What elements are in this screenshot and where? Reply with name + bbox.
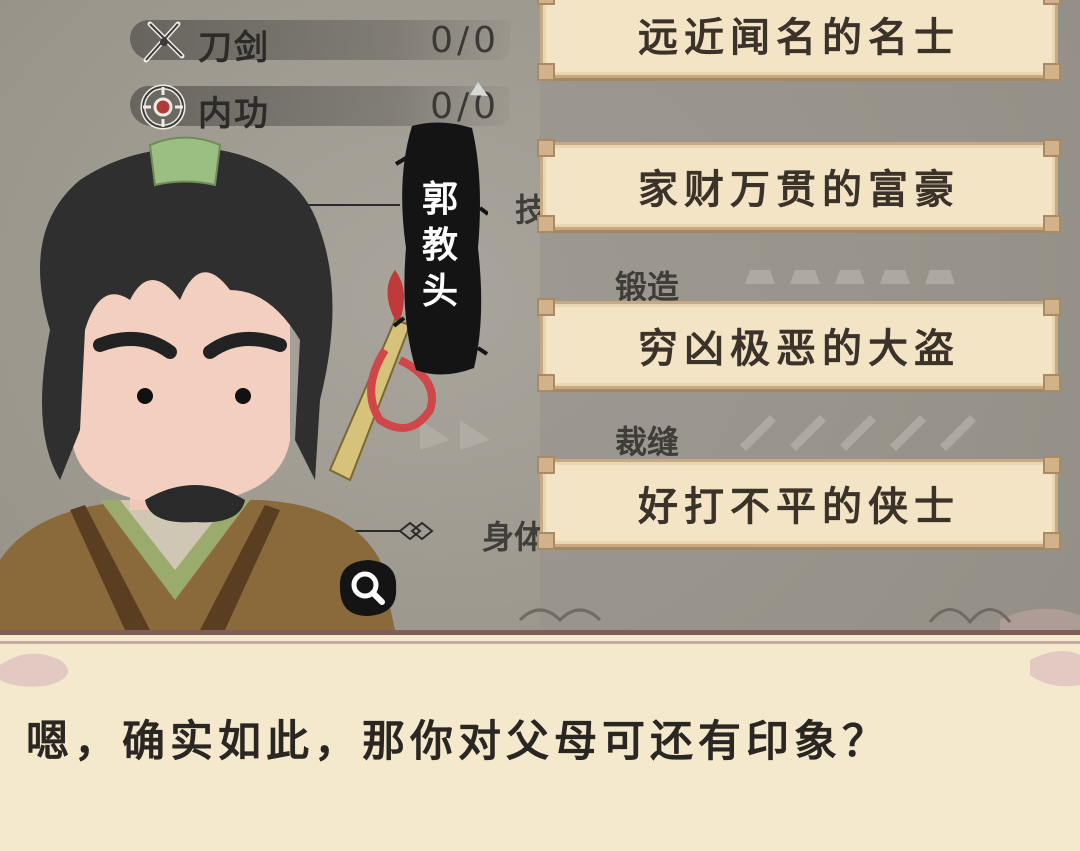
choice-label: 穷凶极恶的大盗: [638, 325, 960, 372]
dialog-box[interactable]: 嗯，确实如此，那你对父母可还有印象？: [0, 630, 1080, 851]
dialog-text: 嗯，确实如此，那你对父母可还有印象？: [26, 717, 890, 767]
cloud-ornament: [0, 651, 1080, 687]
inspect-button[interactable]: [334, 556, 402, 620]
tailoring-label: 裁缝: [615, 423, 680, 461]
choice-button-3[interactable]: 穷凶极恶的大盗: [537, 298, 1061, 392]
choice-label: 好打不平的侠士: [638, 483, 960, 530]
choice-button-1[interactable]: 远近闻名的名士: [537, 0, 1061, 81]
choice-button-2[interactable]: 家财万贯的富豪: [537, 139, 1061, 233]
npc-name: 郭教头: [421, 178, 458, 312]
npc-name-banner: 郭教头: [392, 118, 488, 380]
dialog-border-line: [0, 641, 1080, 644]
choice-button-4[interactable]: 好打不平的侠士: [537, 456, 1061, 550]
choice-label: 家财万贯的富豪: [638, 166, 960, 213]
choice-label: 远近闻名的名士: [638, 14, 960, 61]
game-screen: 技 锻造 裁缝 身体 刀剑 0/0 内功 0/0 郭教头 远近闻名的名士 家财万…: [0, 0, 1080, 851]
